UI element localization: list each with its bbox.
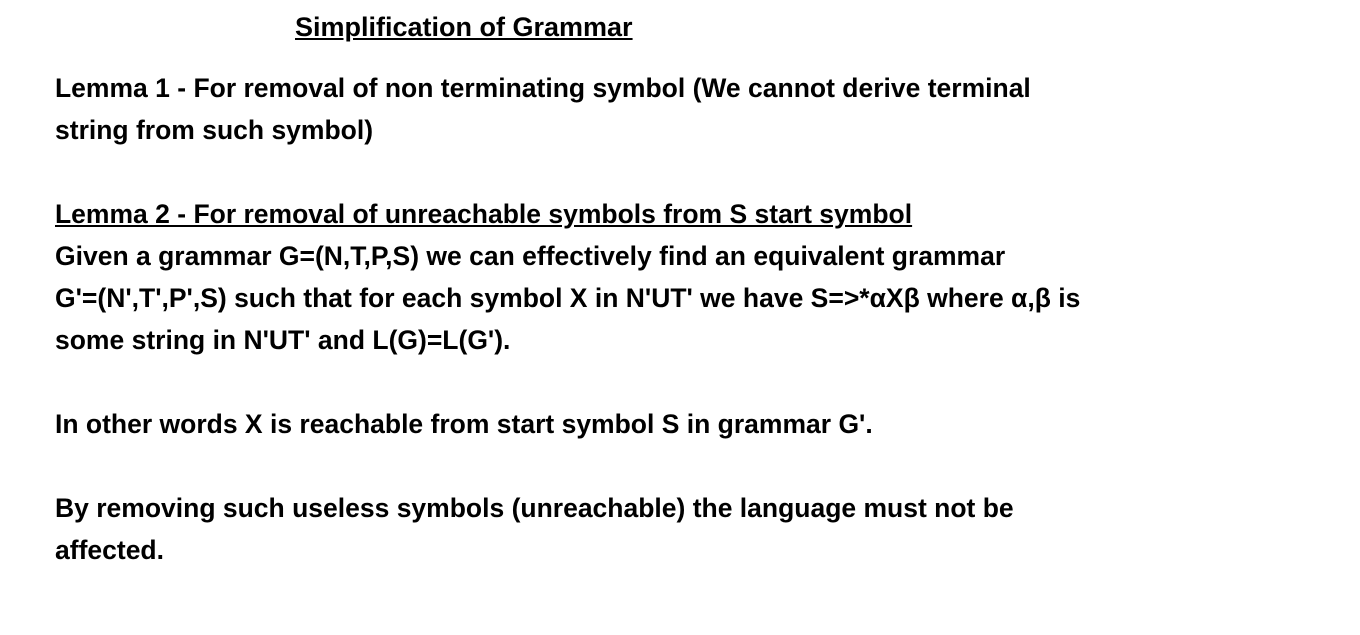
lemma1-text: Lemma 1 - For removal of non terminating… bbox=[55, 73, 1031, 103]
other-words-text: In other words X is reachable from start… bbox=[55, 409, 873, 439]
lemma2-text: Given a grammar G=(N,T,P,S) we can effec… bbox=[55, 241, 1006, 271]
removing-text-cont: affected. bbox=[55, 535, 164, 565]
lemma2-text-cont: G'=(N',T',P',S) such that for each symbo… bbox=[55, 283, 1081, 313]
lemma2-text-end: some string in N'UT' and L(G)=L(G'). bbox=[55, 325, 511, 355]
removing-text: By removing such useless symbols (unreac… bbox=[55, 493, 1014, 523]
lemma1-text-cont: string from such symbol) bbox=[55, 115, 374, 145]
lemma2-heading: Lemma 2 - For removal of unreachable sym… bbox=[55, 199, 913, 229]
page-title: Simplification of Grammar bbox=[295, 12, 633, 42]
